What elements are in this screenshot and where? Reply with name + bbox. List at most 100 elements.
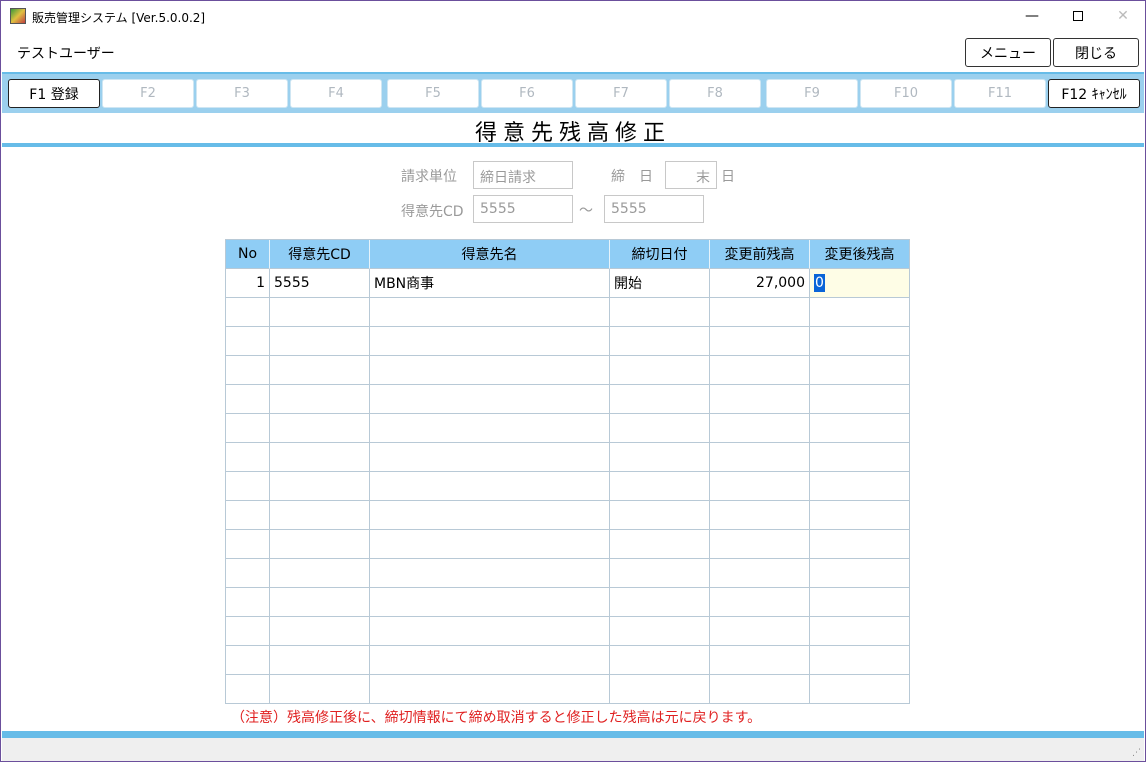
empty-cell[interactable]: [610, 530, 710, 559]
empty-cell[interactable]: [226, 443, 270, 472]
empty-cell[interactable]: [810, 646, 910, 675]
empty-cell[interactable]: [370, 443, 610, 472]
empty-cell[interactable]: [610, 443, 710, 472]
empty-cell[interactable]: [370, 501, 610, 530]
empty-cell[interactable]: [810, 675, 910, 704]
empty-cell[interactable]: [370, 472, 610, 501]
empty-cell[interactable]: [270, 356, 370, 385]
empty-cell[interactable]: [610, 675, 710, 704]
empty-cell[interactable]: [610, 356, 710, 385]
customer-cd-cell[interactable]: 5555: [270, 269, 370, 298]
table-row[interactable]: [226, 530, 910, 559]
empty-cell[interactable]: [710, 675, 810, 704]
empty-cell[interactable]: [370, 385, 610, 414]
table-row[interactable]: [226, 298, 910, 327]
empty-cell[interactable]: [710, 298, 810, 327]
balance-before-cell[interactable]: 27,000: [710, 269, 810, 298]
f9-button[interactable]: F9: [766, 79, 858, 108]
table-row[interactable]: [226, 559, 910, 588]
empty-cell[interactable]: [710, 327, 810, 356]
empty-cell[interactable]: [710, 501, 810, 530]
empty-cell[interactable]: [270, 298, 370, 327]
empty-cell[interactable]: [370, 327, 610, 356]
empty-cell[interactable]: [226, 530, 270, 559]
f3-button[interactable]: F3: [196, 79, 288, 108]
table-row[interactable]: [226, 472, 910, 501]
closing-date-cell[interactable]: 開始: [610, 269, 710, 298]
billing-unit-field[interactable]: 締日請求: [473, 161, 573, 189]
empty-cell[interactable]: [810, 327, 910, 356]
empty-cell[interactable]: [610, 414, 710, 443]
empty-cell[interactable]: [270, 617, 370, 646]
table-row[interactable]: [226, 501, 910, 530]
f2-button[interactable]: F2: [102, 79, 194, 108]
empty-cell[interactable]: [810, 530, 910, 559]
empty-cell[interactable]: [370, 530, 610, 559]
empty-cell[interactable]: [226, 501, 270, 530]
empty-cell[interactable]: [270, 385, 370, 414]
customer-cd-to-field[interactable]: 5555: [604, 195, 704, 223]
empty-cell[interactable]: [270, 559, 370, 588]
row-no-cell[interactable]: 1: [226, 269, 270, 298]
balance-after-input[interactable]: 0: [810, 269, 910, 298]
empty-cell[interactable]: [370, 414, 610, 443]
empty-cell[interactable]: [710, 414, 810, 443]
empty-cell[interactable]: [610, 501, 710, 530]
empty-cell[interactable]: [270, 675, 370, 704]
empty-cell[interactable]: [370, 559, 610, 588]
empty-cell[interactable]: [710, 443, 810, 472]
resize-grip-icon[interactable]: ⋰: [1132, 748, 1141, 758]
empty-cell[interactable]: [610, 617, 710, 646]
table-row[interactable]: [226, 646, 910, 675]
empty-cell[interactable]: [270, 472, 370, 501]
empty-cell[interactable]: [370, 617, 610, 646]
empty-cell[interactable]: [270, 327, 370, 356]
empty-cell[interactable]: [610, 472, 710, 501]
f11-button[interactable]: F11: [954, 79, 1046, 108]
f7-button[interactable]: F7: [575, 79, 667, 108]
table-row[interactable]: [226, 675, 910, 704]
column-header-no[interactable]: No: [226, 240, 270, 269]
empty-cell[interactable]: [226, 617, 270, 646]
menu-button[interactable]: メニュー: [965, 38, 1051, 67]
empty-cell[interactable]: [226, 414, 270, 443]
empty-cell[interactable]: [226, 298, 270, 327]
empty-cell[interactable]: [226, 472, 270, 501]
empty-cell[interactable]: [226, 385, 270, 414]
customer-cd-from-field[interactable]: 5555: [473, 195, 573, 223]
empty-cell[interactable]: [710, 472, 810, 501]
table-row[interactable]: [226, 385, 910, 414]
f4-button[interactable]: F4: [290, 79, 382, 108]
empty-cell[interactable]: [810, 501, 910, 530]
empty-cell[interactable]: [370, 298, 610, 327]
empty-cell[interactable]: [226, 646, 270, 675]
table-row[interactable]: [226, 414, 910, 443]
empty-cell[interactable]: [710, 356, 810, 385]
f5-button[interactable]: F5: [387, 79, 479, 108]
f1-register-button[interactable]: F1 登録: [8, 79, 100, 108]
empty-cell[interactable]: [810, 559, 910, 588]
table-row[interactable]: [226, 617, 910, 646]
empty-cell[interactable]: [610, 646, 710, 675]
empty-cell[interactable]: [710, 530, 810, 559]
table-row[interactable]: [226, 356, 910, 385]
empty-cell[interactable]: [270, 414, 370, 443]
empty-cell[interactable]: [370, 356, 610, 385]
f6-button[interactable]: F6: [481, 79, 573, 108]
empty-cell[interactable]: [370, 646, 610, 675]
empty-cell[interactable]: [226, 559, 270, 588]
empty-cell[interactable]: [810, 356, 910, 385]
empty-cell[interactable]: [710, 559, 810, 588]
column-header-balance-before[interactable]: 変更前残高: [710, 240, 810, 269]
table-row[interactable]: 1 5555 MBN商事 開始 27,000 0: [226, 269, 910, 298]
empty-cell[interactable]: [810, 443, 910, 472]
empty-cell[interactable]: [270, 501, 370, 530]
table-row[interactable]: [226, 443, 910, 472]
empty-cell[interactable]: [710, 646, 810, 675]
empty-cell[interactable]: [226, 327, 270, 356]
maximize-button[interactable]: [1055, 1, 1101, 31]
minimize-button[interactable]: —: [1009, 1, 1055, 31]
column-header-customer-cd[interactable]: 得意先CD: [270, 240, 370, 269]
empty-cell[interactable]: [710, 588, 810, 617]
empty-cell[interactable]: [610, 298, 710, 327]
